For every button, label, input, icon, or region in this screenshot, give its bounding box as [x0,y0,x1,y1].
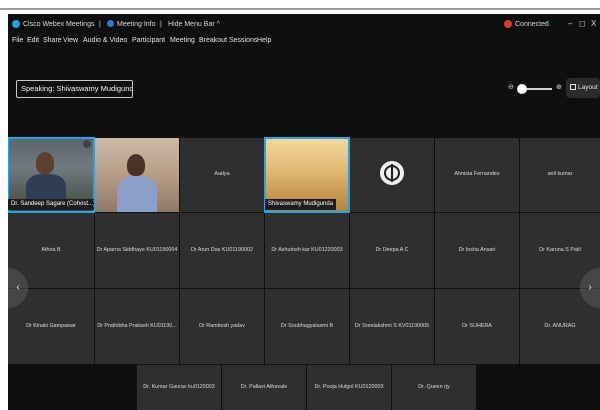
title-bar: Cisco Webex Meetings | Meeting Info | Hi… [8,14,600,34]
participant-tile[interactable]: Dr Sreelakshmi S KV01190005 [350,289,434,364]
menu-participant[interactable]: Participant [132,37,165,44]
menu-view[interactable]: View [63,37,78,44]
app-title: Cisco Webex Meetings [23,21,95,28]
participant-tile[interactable]: Dr Aparna Siddhaye KU01190004 [95,213,179,288]
participant-name: Dr Prathibha Prakash KU01190... [97,322,177,329]
participant-name: anil kumar [547,171,573,177]
browser-top-band [0,0,600,10]
layout-button[interactable]: Layout [566,78,600,98]
participant-tile[interactable]: Dr. Pooja Hulgol KU0120003 [307,365,391,410]
more-options-icon[interactable] [83,140,91,148]
zoom-slider[interactable]: ⊖ ⊕ [508,80,568,98]
participant-tile[interactable] [350,138,434,212]
participant-name: Dr Aparna Siddhaye KU01190004 [96,246,178,253]
participant-tile[interactable]: Dr. Queen rjy [392,365,476,410]
zoom-in-icon[interactable]: ⊕ [556,83,562,91]
participant-name: Dr Insha Ansari [458,246,496,253]
participant-tile[interactable]: Dr Ashutosh kar KU01220003 [265,213,349,288]
connection-status-icon [504,20,512,28]
participant-tile[interactable]: Dr. Pallavi Athavale [222,365,306,410]
menu-help[interactable]: Help [257,37,271,44]
participant-name: Dr Kinaki Gampawar [26,322,76,329]
participant-name: Dr Sreelakshmi S KV01190005 [354,322,430,329]
menu-audio-video[interactable]: Audio & Video [83,37,127,44]
participant-tile[interactable]: Dr Insha Ansari [435,213,519,288]
hide-menu-bar-button[interactable]: Hide Menu Bar ^ [168,21,220,28]
participant-tile[interactable]: Dr Soubhagyalaxmi B [265,289,349,364]
meeting-info-link[interactable]: Meeting Info [117,21,156,28]
participant-tile[interactable]: Dr Ramkesh yadav [180,289,264,364]
connection-status[interactable]: Connected [515,21,549,28]
minimize-button[interactable]: – [568,19,572,28]
participant-name: Dr. Sandeep Sagare (Cohost...) [8,199,94,210]
participant-name: Dr Deepa A C [375,246,409,253]
participant-tile[interactable]: Dr Deepa A C [350,213,434,288]
participant-name: Dr. Pooja Hulgol KU0120003 [314,383,384,390]
participant-name: Dr. Queen rjy [418,383,450,390]
participant-name: Shivaswamy Mudigunda [265,199,337,210]
participant-tile[interactable]: Aadya [180,138,264,212]
menu-share[interactable]: Share [43,37,62,44]
participant-tile[interactable]: Shivaswamy Mudigunda [264,137,350,213]
participant-video-person [127,154,145,176]
participant-name: Dr. Kumar Gaurav ku0120003 [143,383,215,390]
participant-name: Dr Ashutosh kar KU01220003 [271,246,343,253]
participant-tile[interactable] [95,138,179,212]
participant-name: Dr. ANURAG [544,322,576,329]
participant-video-person [36,152,54,174]
top-divider [0,8,600,10]
participant-tile[interactable]: Ahnista Fernandes [435,138,519,212]
participant-tile[interactable]: Dr. Kumar Gaurav ku0120003 [137,365,221,410]
participant-tile[interactable]: anil kumar [520,138,600,212]
participant-name: Athira B [41,246,61,253]
participant-name: Dr Soubhagyalaxmi B [280,322,334,329]
participant-tile[interactable]: Dr SUHERA [435,289,519,364]
close-button[interactable]: X [591,19,596,28]
menu-edit[interactable]: Edit [27,37,39,44]
participant-name: Dr Arun Das KU01190002 [191,246,253,253]
grid-layout-icon [570,84,576,90]
participant-tile[interactable]: Dr Arun Das KU01190002 [180,213,264,288]
participant-name: Dr Ramkesh yadav [199,322,245,329]
menu-bar: File Edit Share View Audio & Video Parti… [8,34,600,50]
participant-name: Dr. Pallavi Athavale [240,383,288,390]
participant-name: Ahnista Fernandes [454,171,500,177]
webex-window: Cisco Webex Meetings | Meeting Info | Hi… [8,14,600,410]
speaking-indicator: Speaking: Shivaswamy Mudigunda [16,80,133,98]
title-separator: | [160,21,162,28]
title-separator: | [99,21,101,28]
participant-video-body [117,176,157,212]
menu-meeting[interactable]: Meeting [170,37,195,44]
participant-name: Dr SUHERA [462,322,492,329]
participant-tile[interactable]: Dr. Sandeep Sagare (Cohost...) [8,137,95,213]
participant-tile[interactable]: Dr Prathibha Prakash KU01190... [95,289,179,364]
webex-logo-icon [12,20,20,28]
layout-label: Layout [578,84,598,91]
participant-name: Dr Karuna S Patil [539,246,581,253]
avatar-bar [391,164,393,182]
info-icon [107,20,114,27]
zoom-slider-handle[interactable] [517,84,527,94]
connection-indicator-icon: • [545,20,548,27]
menu-file[interactable]: File [12,37,23,44]
zoom-out-icon[interactable]: ⊖ [508,83,514,91]
participant-name: Aadya [214,171,230,177]
menu-breakout-sessions[interactable]: Breakout Sessions [199,37,257,44]
participant-avatar-logo-icon [380,161,404,185]
maximize-button[interactable]: ◻ [579,19,586,28]
